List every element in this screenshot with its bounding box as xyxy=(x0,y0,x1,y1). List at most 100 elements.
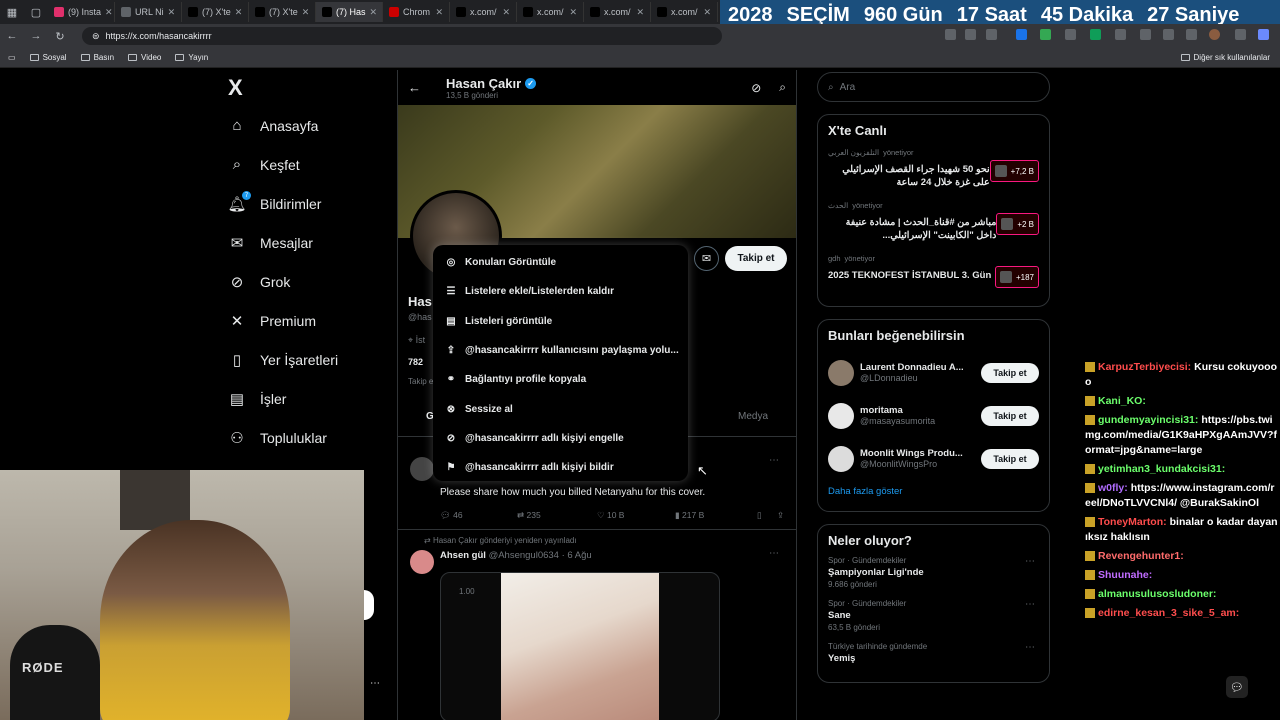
tab-close-icon[interactable]: ✕ xyxy=(636,7,644,18)
live-broadcast[interactable]: الحدث yönetiyor مباشر من #قناة_الحدث | مشا… xyxy=(828,199,1039,242)
extension-icon[interactable] xyxy=(1115,29,1126,40)
tab-close-icon[interactable]: ✕ xyxy=(435,7,443,18)
show-more-link[interactable]: Daha fazla göster xyxy=(828,480,1039,503)
follow-button[interactable]: Takip et xyxy=(981,362,1039,383)
retweet-action[interactable]: ⇄ 235 xyxy=(517,510,597,521)
nav-item-grok[interactable]: ⊘ Grok xyxy=(222,262,392,301)
avatar[interactable] xyxy=(828,359,854,386)
other-bookmarks[interactable]: Diğer sık kullanılanlar xyxy=(1180,53,1270,62)
avatar[interactable] xyxy=(828,402,854,429)
trend-item[interactable]: Türkiye tarihinde gündemde Yemiş ⋯ xyxy=(828,642,1039,664)
scroll-handle[interactable] xyxy=(364,590,374,620)
favorites-icon[interactable] xyxy=(1163,29,1174,40)
browser-tab[interactable]: (7) X'te ✕ xyxy=(249,2,316,22)
live-listener-count[interactable]: +187 xyxy=(994,266,1039,288)
tab-close-icon[interactable]: ✕ xyxy=(168,7,176,18)
message-icon[interactable]: ✉ xyxy=(694,246,719,271)
extension-icon[interactable] xyxy=(1016,29,1027,40)
site-info-icon[interactable]: ⊜ xyxy=(92,31,100,42)
tweet-avatar[interactable] xyxy=(410,550,434,574)
search-field[interactable]: ⌕ Ara xyxy=(817,72,1050,102)
menu-item[interactable]: ⚭ Bağlantıyı profile kopyala xyxy=(433,365,688,394)
trend-item[interactable]: Spor · Gündemdekiler Sane 63,5 B gönderi ⋯ xyxy=(828,599,1039,632)
nav-item-premium[interactable]: ✕ Premium xyxy=(222,301,392,340)
bookmark-folder-sosyal[interactable]: Sosyal xyxy=(29,53,67,62)
menu-item[interactable]: ☰ Listelere ekle/Listelerden kaldır xyxy=(433,277,688,306)
browser-tab[interactable]: x.com/ ✕ xyxy=(651,2,718,22)
nav-item-yer-i-şaretleri[interactable]: ▯ Yer İşaretleri xyxy=(222,340,392,379)
following-count[interactable]: 782 xyxy=(408,357,423,367)
trend-item[interactable]: Spor · Gündemdekiler Şampiyonlar Ligi'nde… xyxy=(828,556,1039,589)
tab-close-icon[interactable]: ✕ xyxy=(105,7,113,18)
more-options-icon[interactable]: ⋯ xyxy=(769,455,779,466)
extension-icon[interactable] xyxy=(1065,29,1076,40)
search-icon[interactable]: ⌕ xyxy=(779,80,786,95)
tweet-author[interactable]: Ahsen gül xyxy=(440,550,486,561)
tab-search-icon[interactable]: ▢ xyxy=(24,6,48,19)
share-icon[interactable]: ⇪ xyxy=(777,510,784,521)
menu-item[interactable]: ⚑ @hasancakirrrr adlı kişiyi bildir xyxy=(433,453,688,482)
tab-close-icon[interactable]: ✕ xyxy=(235,7,243,18)
tab-close-icon[interactable]: ✕ xyxy=(569,7,577,18)
live-broadcast[interactable]: التلفزيون العربي yönetiyor نحو 50 شهيدا جر… xyxy=(828,146,1039,189)
tweet-avatar[interactable] xyxy=(410,457,434,481)
back-arrow-icon[interactable]: ← xyxy=(408,80,438,95)
tab-close-icon[interactable]: ✕ xyxy=(302,7,310,18)
x-logo[interactable]: X xyxy=(222,70,392,106)
copilot-icon[interactable] xyxy=(1258,29,1269,40)
more-icon[interactable]: ⋯ xyxy=(370,678,380,689)
more-icon[interactable] xyxy=(1235,29,1246,40)
more-options-icon[interactable]: ⋯ xyxy=(1025,556,1035,567)
follow-button[interactable]: Takip et xyxy=(981,448,1039,469)
extension-icon[interactable] xyxy=(1040,29,1051,40)
bookmark-icon[interactable]: ▯ xyxy=(757,510,777,521)
nav-item-anasayfa[interactable]: ⌂ Anasayfa xyxy=(222,106,392,145)
url-field[interactable]: ⊜ https://x.com/hasancakirrrr xyxy=(82,27,722,45)
more-options-icon[interactable]: ⋯ xyxy=(1025,599,1035,610)
menu-item[interactable]: ⊗ Sessize al xyxy=(433,394,688,423)
menu-item[interactable]: ◎ Konuları Görüntüle xyxy=(433,248,688,277)
bookmark-folder-yayin[interactable]: Yayın xyxy=(175,53,208,62)
bookmark-folder-basin[interactable]: Basın xyxy=(80,53,114,62)
chat-bubble-icon[interactable]: 💬︎ xyxy=(1226,676,1248,698)
live-listener-count[interactable]: +7,2 B xyxy=(989,160,1039,182)
nav-item-keşfet[interactable]: ⌕ Keşfet xyxy=(222,145,392,184)
back-icon[interactable]: ← xyxy=(0,30,24,42)
follow-button[interactable]: Takip et xyxy=(725,246,787,271)
browser-tab[interactable]: x.com/ ✕ xyxy=(584,2,651,22)
more-options-icon[interactable]: ⋯ xyxy=(1025,642,1035,653)
shield-icon[interactable] xyxy=(1186,29,1197,40)
nav-item-bildirimler[interactable]: 🔔︎ 7 Bildirimler xyxy=(222,184,392,223)
tweet-video[interactable]: 1.00 xyxy=(440,572,720,720)
reply-action[interactable]: 💬︎ 46 xyxy=(440,510,517,521)
bookmark-folder-video[interactable]: Video xyxy=(128,53,161,62)
tab-close-icon[interactable]: ✕ xyxy=(502,7,510,18)
suggestion-row[interactable]: Laurent Donnadieu A... @LDonnadieu Takip e… xyxy=(828,351,1039,394)
profile-avatar-icon[interactable] xyxy=(1209,29,1220,40)
grok-icon[interactable]: ⊘ xyxy=(751,81,761,95)
browser-tab[interactable]: x.com/ ✕ xyxy=(450,2,517,22)
extension-icon[interactable] xyxy=(945,29,956,40)
reload-icon[interactable]: ↻ xyxy=(48,30,72,43)
nav-item-mesajlar[interactable]: ✉ Mesajlar xyxy=(222,223,392,262)
tab-media[interactable]: Medya xyxy=(738,411,768,422)
nav-item-topluluklar[interactable]: ⚇ Topluluklar xyxy=(222,418,392,457)
follow-button[interactable]: Takip et xyxy=(981,405,1039,426)
avatar[interactable] xyxy=(828,445,854,472)
like-action[interactable]: ♡ 10 B xyxy=(597,510,675,521)
browser-tab[interactable]: URL Ni ✕ xyxy=(115,2,182,22)
bookmark-manager-icon[interactable]: ▭ xyxy=(8,53,16,62)
menu-item[interactable]: ▤ Listeleri görüntüle xyxy=(433,307,688,336)
read-aloud-icon[interactable] xyxy=(965,29,976,40)
extension-icon[interactable] xyxy=(1090,29,1101,40)
nav-item-i-şler[interactable]: ▤ İşler xyxy=(222,379,392,418)
tab-actions-icon[interactable]: ▦ xyxy=(0,6,24,19)
more-options-icon[interactable]: ⋯ xyxy=(769,548,779,559)
browser-tab[interactable]: x.com/ ✕ xyxy=(517,2,584,22)
live-listener-count[interactable]: +2 B xyxy=(996,213,1039,235)
forward-icon[interactable]: → xyxy=(24,30,48,42)
views-action[interactable]: ▮ 217 B xyxy=(675,510,757,521)
live-broadcast[interactable]: gdh yönetiyor 2025 TEKNOFEST İSTANBUL 3. G… xyxy=(828,252,1039,288)
browser-tab[interactable]: (7) Has ✕ xyxy=(316,2,383,22)
split-screen-icon[interactable] xyxy=(1140,29,1151,40)
